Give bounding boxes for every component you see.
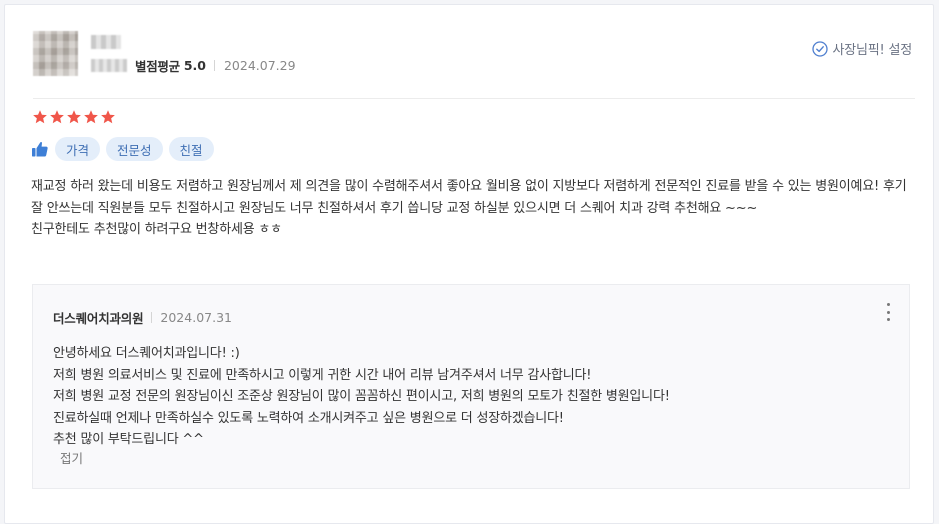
star-icon [50,110,64,124]
collapse-button[interactable]: 접기 [60,448,83,467]
more-options-icon[interactable] [883,303,893,321]
reply-text: 안녕하세요 더스퀘어치과입니다! :) 저희 병원 의료서비스 및 진료에 만족… [53,346,670,447]
star-icon [101,110,115,124]
owner-reply: 더스퀘어치과의원 2024.07.31 안녕하세요 더스퀘어치과입니다! :) … [32,284,910,489]
avatar[interactable] [33,31,78,76]
more-dot [886,310,890,314]
star-icon [33,110,47,124]
tag-price: 가격 [55,137,101,161]
reply-header: 더스퀘어치과의원 2024.07.31 [53,308,232,327]
tag-expertise: 전문성 [106,137,163,161]
divider [33,98,915,99]
reply-author: 더스퀘어치과의원 [53,311,144,326]
star-icon [84,110,98,124]
reviewer-id: ***** [91,58,127,72]
owner-pick-label: 사장님픽! 설정 [832,43,912,58]
thumbs-up-icon [32,141,48,157]
reviewer-nickname[interactable]: 익명 [91,35,121,49]
rating-label: 별점평균 [135,58,180,74]
more-dot [886,318,890,321]
star-icon [67,110,81,124]
rating-value: 5.0 [183,57,206,73]
more-dot [886,303,890,306]
review-meta: ***** 별점평균 5.0 2024.07.29 [91,56,296,74]
tag-kindness: 친절 [168,137,214,161]
owner-pick-button[interactable]: 사장님픽! 설정 [812,39,912,58]
meta-divider [213,59,215,71]
keyword-tags: 가격 전문성 친절 [31,137,220,161]
check-circle-icon [812,40,829,57]
reply-divider [151,312,153,323]
star-rating [32,109,117,125]
review-text: 재교정 하러 왔는데 비용도 저렴하고 원장님께서 제 의견을 많이 수렴해주셔… [31,179,907,237]
review-date: 2024.07.29 [223,57,296,73]
reply-date: 2024.07.31 [160,310,232,325]
